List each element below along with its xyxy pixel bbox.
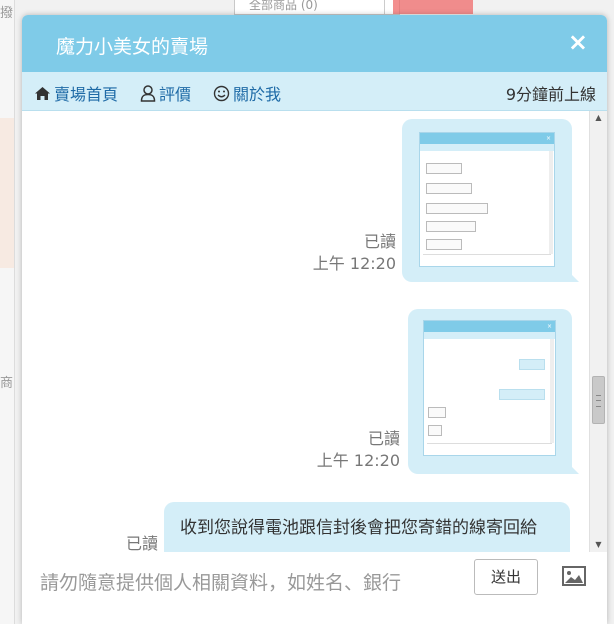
message-bubble: 收到您說得電池跟信封後會把您寄錯的線寄回給	[164, 502, 570, 552]
online-status: 9分鐘前上線	[505, 85, 596, 104]
chat-footer: 請勿隨意提供個人相關資料，如姓名、銀行 送出	[22, 552, 607, 624]
thumbnail-nav	[424, 332, 555, 339]
read-status: 已讀	[363, 232, 396, 251]
thumbnail-bubble	[426, 221, 476, 232]
thumbnail-input	[427, 443, 552, 452]
thumbnail-bubble	[426, 203, 488, 214]
scroll-up-arrow-icon[interactable]: ▲	[590, 111, 607, 125]
message-scrollbar[interactable]: ▲ ▼	[589, 111, 607, 552]
thumbnail-bubble	[519, 359, 545, 370]
nav-rating[interactable]: 評價	[140, 81, 191, 105]
thumbnail-header: ×	[424, 321, 555, 332]
nav-rating-label: 評價	[159, 85, 192, 104]
nav-about-me[interactable]: 關於我	[213, 81, 281, 105]
image-attachment[interactable]: ×	[423, 320, 556, 456]
background-search-button[interactable]	[393, 0, 473, 14]
background-category-select[interactable]: 全部商品 (0)	[234, 0, 400, 15]
message-text: 收到您說得電池跟信封後會把您寄錯的線寄回給	[180, 518, 537, 538]
chat-header: 魔力小美女的賣場 ×	[22, 15, 607, 72]
thumbnail-header: ×	[420, 133, 554, 144]
message-time: 上午 12:20	[316, 451, 400, 470]
thumbnail-bubble	[426, 239, 462, 250]
close-icon[interactable]: ×	[568, 29, 588, 55]
background-text: 撥	[0, 6, 14, 21]
thumbnail-nav	[420, 144, 554, 151]
smile-icon	[213, 85, 230, 101]
nav-about-me-label: 關於我	[233, 85, 282, 104]
thumbnail-bubble	[426, 183, 472, 194]
read-status: 已讀	[125, 534, 158, 552]
message-meta: 已讀 上午 12:20	[312, 428, 400, 472]
chat-panel: 魔力小美女的賣場 × 賣場首頁 評價 關於我 9分鐘前上線 已讀 上午 12:2…	[22, 15, 607, 624]
message-meta: 已讀	[82, 533, 158, 552]
home-icon	[35, 86, 50, 100]
message-bubble: ×	[402, 119, 579, 282]
scrollbar-thumb[interactable]	[592, 376, 605, 424]
thumbnail-input	[423, 254, 551, 263]
message-input[interactable]: 請勿隨意提供個人相關資料，如姓名、銀行	[40, 568, 401, 595]
chat-title: 魔力小美女的賣場	[56, 36, 209, 58]
message-meta: 已讀 上午 12:20	[308, 231, 396, 275]
nav-store-home-label: 賣場首頁	[54, 85, 119, 104]
background-highlight-strip	[0, 118, 14, 268]
send-button[interactable]: 送出	[474, 559, 538, 595]
background-select-label: 全部商品 (0)	[249, 0, 318, 12]
thumbnail-bubble	[426, 163, 462, 174]
background-left-column: 撥 商	[0, 0, 15, 624]
thumbnail-bubble	[499, 389, 545, 400]
thumbnail-scrollbar	[550, 339, 554, 443]
thumbnail-bubble	[428, 425, 442, 436]
message-bubble: ×	[408, 309, 579, 474]
image-upload-icon[interactable]	[562, 566, 586, 586]
user-icon	[140, 84, 156, 102]
chat-nav-bar: 賣場首頁 評價 關於我 9分鐘前上線	[22, 72, 607, 111]
read-status: 已讀	[367, 429, 400, 448]
image-attachment[interactable]: ×	[419, 132, 555, 267]
message-list[interactable]: 已讀 上午 12:20 × 已讀 上午 12:20 × 已讀 收到您說得電池跟信…	[22, 111, 590, 552]
message-time: 上午 12:20	[312, 254, 396, 273]
thumbnail-bubble	[428, 407, 446, 418]
nav-store-home[interactable]: 賣場首頁	[34, 81, 118, 105]
background-text: 商	[0, 376, 14, 391]
scroll-down-arrow-icon[interactable]: ▼	[590, 538, 607, 552]
thumbnail-scrollbar	[549, 151, 553, 254]
